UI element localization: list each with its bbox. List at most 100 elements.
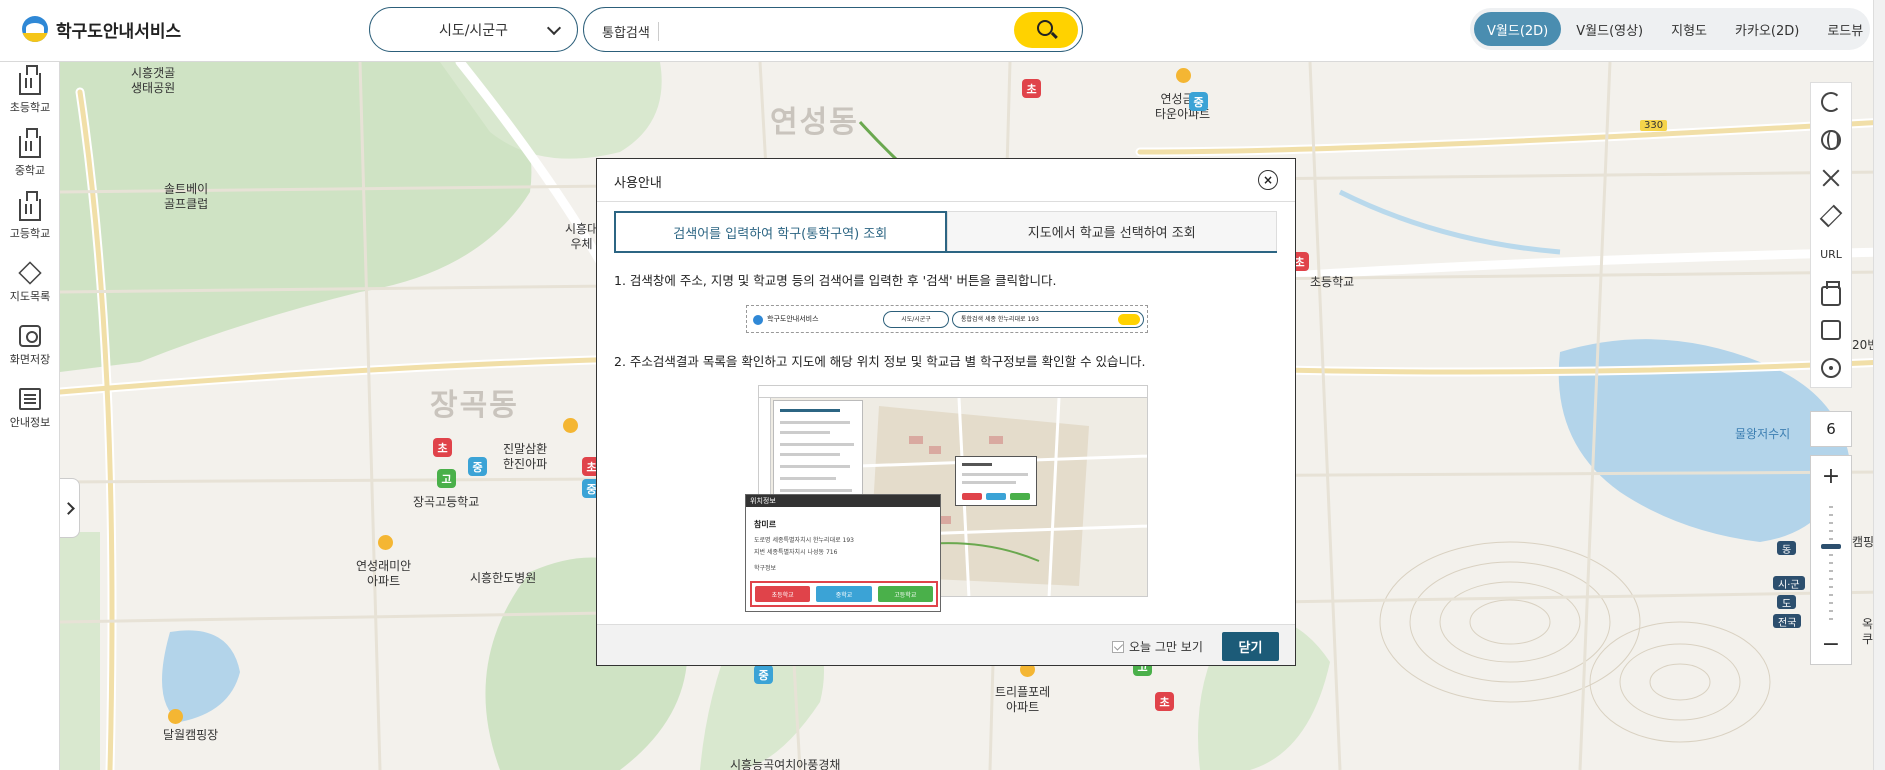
map-label: 옥쿠 — [1862, 617, 1874, 646]
apartment-marker[interactable] — [563, 418, 578, 433]
draw-button[interactable] — [1811, 197, 1851, 235]
map-type-tabs: V월드(2D) V월드(영상) 지형도 카카오(2D) 로드뷰 — [1470, 8, 1870, 50]
camera-icon — [19, 324, 41, 347]
middle-school-marker[interactable]: 중 — [1189, 92, 1208, 111]
tab-topographic[interactable]: 지형도 — [1658, 12, 1720, 46]
guide-location-popup: 위치정보 참미르 도로명 세종특별자치시 한누리대로 193 지번 세종특별자치… — [745, 494, 941, 612]
scale-tag[interactable]: 시·군 — [1773, 576, 1805, 591]
map-label: 연성동 — [770, 105, 859, 140]
tab-search-keyword[interactable]: 검색어를 입력하여 학구(통학구역) 조회 — [614, 211, 947, 251]
search-label: 통합검색 — [602, 22, 659, 41]
sidebar-expand-toggle[interactable] — [60, 478, 80, 538]
search-input[interactable] — [662, 18, 992, 42]
target-icon — [1821, 358, 1841, 378]
measure-button[interactable] — [1811, 159, 1851, 197]
close-button[interactable]: 닫기 — [1222, 632, 1279, 661]
map-label: 장곡동 — [430, 388, 519, 423]
zoom-control: + − — [1810, 455, 1852, 665]
refresh-icon — [1821, 92, 1841, 112]
service-logo[interactable]: 학구도안내서비스 — [22, 16, 181, 42]
map-label: 시흥갯골 생태공원 — [131, 66, 176, 95]
guide-step-1: 1. 검색창에 주소, 지명 및 학교명 등의 검색어를 입력한 후 '검색' … — [614, 273, 1057, 288]
camping-marker[interactable] — [168, 709, 183, 724]
tab-kakao-2d[interactable]: 카카오(2D) — [1722, 12, 1812, 46]
region-select[interactable]: 시도/시군구 — [369, 7, 578, 52]
search-button[interactable] — [1014, 12, 1078, 48]
logo-icon — [22, 16, 48, 42]
road-number-badge: 330 — [1640, 120, 1668, 131]
scale-tag[interactable]: 전국 — [1773, 614, 1802, 629]
tab-vworld-2d[interactable]: V월드(2D) — [1474, 12, 1562, 46]
middle-school-marker[interactable]: 중 — [754, 665, 773, 684]
map-label: 물왕저수지 — [1735, 427, 1791, 441]
print-button[interactable] — [1811, 273, 1851, 311]
scale-tag[interactable]: 동 — [1777, 541, 1797, 556]
map-label: 달월캠핑장 — [163, 728, 219, 742]
modal-footer: 오늘 그만 보기 닫기 — [597, 624, 1295, 665]
zoom-slider-thumb[interactable] — [1821, 544, 1841, 549]
sidebar-item-label: 지도목록 — [9, 289, 51, 303]
map-label: 진말삼환 한진아파 — [503, 442, 548, 471]
sidebar-item-guide[interactable]: 안내정보 — [0, 377, 60, 440]
zoom-out-button[interactable]: − — [1811, 624, 1851, 664]
elementary-school-marker[interactable]: 초 — [1155, 692, 1174, 711]
sidebar-item-label: 안내정보 — [9, 415, 51, 429]
apartment-marker[interactable] — [1176, 68, 1191, 83]
locate-button[interactable] — [1811, 349, 1851, 387]
layers-icon — [18, 260, 42, 285]
print-icon — [1821, 281, 1841, 306]
guide-image-searchbar: 학구도안내서비스 시도/시군구 통합검색 세종 한누리대로 193 — [746, 305, 1148, 333]
map-tools-panel: URL — [1810, 82, 1852, 388]
map-label: 연성래미안 아파트 — [356, 559, 412, 588]
pen-icon — [1819, 204, 1843, 228]
dont-show-today-checkbox[interactable]: 오늘 그만 보기 — [1112, 638, 1203, 655]
close-icon[interactable]: × — [1258, 170, 1278, 190]
modal-tabs: 검색어를 입력하여 학구(통학구역) 조회 지도에서 학교를 선택하여 조회 — [614, 211, 1277, 253]
sidebar-item-screen-save[interactable]: 화면저장 — [0, 314, 60, 377]
ruler-icon — [1821, 168, 1841, 188]
checkbox-icon[interactable] — [1112, 640, 1124, 653]
page-scrollbar[interactable] — [1873, 0, 1885, 770]
sidebar-item-middle[interactable]: 중학교 — [0, 125, 60, 188]
zoom-in-button[interactable]: + — [1811, 456, 1851, 496]
logo-text: 학구도안내서비스 — [56, 21, 182, 42]
map-label: 캠핑 — [1852, 535, 1875, 549]
tab-select-on-map[interactable]: 지도에서 학교를 선택하여 조회 — [946, 211, 1277, 251]
usage-guide-modal: 사용안내 × 검색어를 입력하여 학구(통학구역) 조회 지도에서 학교를 선택… — [596, 158, 1296, 666]
tab-vworld-satellite[interactable]: V월드(영상) — [1563, 12, 1656, 46]
sidebar-item-label: 고등학교 — [9, 226, 51, 240]
elementary-school-marker[interactable]: 초 — [1022, 79, 1041, 98]
refresh-button[interactable] — [1811, 83, 1851, 121]
guide-mini-popup — [955, 456, 1037, 506]
guide-step-2: 2. 주소검색결과 목록을 확인하고 지도에 해당 위치 정보 및 학교급 별 … — [614, 354, 1146, 369]
high-school-marker[interactable]: 고 — [437, 469, 456, 488]
elementary-school-marker[interactable]: 초 — [433, 438, 452, 457]
middle-school-marker[interactable]: 중 — [468, 457, 487, 476]
sidebar-item-high[interactable]: 고등학교 — [0, 188, 60, 251]
globe-icon — [1821, 130, 1841, 150]
search-box: 통합검색 — [583, 7, 1083, 52]
apartment-marker[interactable] — [378, 535, 393, 550]
region-select-label: 시도/시군구 — [438, 22, 509, 39]
school-building-icon — [19, 190, 41, 221]
sidebar-item-elementary[interactable]: 초등학교 — [0, 62, 60, 125]
school-building-icon — [19, 64, 41, 95]
top-header: 학구도안내서비스 시도/시군구 통합검색 V월드(2D) V월드(영상) 지형도… — [0, 0, 1885, 62]
modal-title: 사용안내 — [614, 176, 662, 191]
zoom-level: 6 — [1810, 411, 1852, 447]
map-label: 솔트베이 골프클럽 — [164, 182, 209, 211]
sidebar-item-label: 화면저장 — [9, 352, 51, 366]
map-label: 시흥능곡여치아풍경채 — [730, 758, 841, 770]
url-button[interactable]: URL — [1811, 235, 1851, 273]
sidebar-item-map-list[interactable]: 지도목록 — [0, 251, 60, 314]
map-label: 초등학교 — [1310, 275, 1355, 289]
document-icon — [19, 387, 41, 410]
globe-button[interactable] — [1811, 121, 1851, 159]
school-building-icon — [19, 127, 41, 158]
tab-roadview[interactable]: 로드뷰 — [1814, 12, 1876, 46]
map-label: 시흥대 우체 — [565, 222, 599, 251]
zoom-slider[interactable] — [1829, 506, 1833, 626]
map-label: 시흥한도병원 — [470, 571, 537, 585]
scale-tag[interactable]: 도 — [1777, 595, 1797, 610]
edit-button[interactable] — [1811, 311, 1851, 349]
